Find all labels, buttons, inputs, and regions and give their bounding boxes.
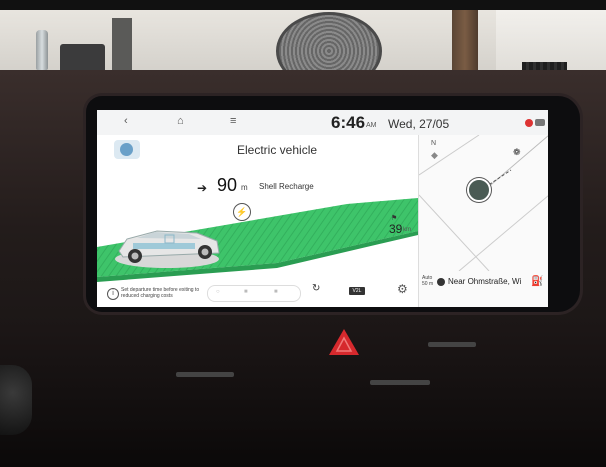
charging-bolt-icon[interactable]: ↻: [312, 283, 320, 294]
pill-segment: ○: [216, 289, 220, 295]
air-vent-right: [428, 342, 476, 347]
speed-value: 39: [389, 222, 403, 236]
compass-icon[interactable]: ◆: [431, 150, 438, 161]
home-icon[interactable]: ⌂: [177, 115, 184, 127]
photo-scene: ‹ ⌂ ≡ 6:46 AM Wed, 27/05 Electric vehicl…: [0, 0, 606, 467]
ev-bottom-bar: i Set departure time before exiting to r…: [97, 277, 418, 307]
menu-icon[interactable]: ≡: [230, 115, 236, 127]
air-vent-lower: [370, 380, 430, 385]
air-vent-left: [176, 372, 234, 377]
hazard-button[interactable]: [327, 327, 361, 357]
speed-icon: ⚑: [391, 215, 398, 222]
speed-unit: km: [403, 227, 411, 233]
top-strip: [0, 0, 606, 10]
v2l-button[interactable]: V2L: [349, 287, 365, 295]
charger-icon: ❁: [513, 147, 521, 157]
pill-segment: ■: [274, 289, 278, 295]
charge-schedule-toggle[interactable]: ○ ■ ■: [207, 285, 301, 302]
map-panel[interactable]: N ◆ ❁ Auto 50 m Near Ohmstraße, Wi ⛽: [418, 135, 548, 307]
status-badge-icon: [535, 119, 545, 126]
map-roads: [419, 135, 548, 271]
north-label: N: [431, 140, 437, 147]
ev-panel: Electric vehicle ➔ 90 m Shell Recharge ⚡…: [97, 135, 418, 307]
pill-segment: ■: [244, 289, 248, 295]
vehicle-view-button[interactable]: [114, 140, 140, 159]
recording-indicator-icon: [525, 119, 533, 127]
charging-station-pin-icon[interactable]: ⚡: [233, 203, 251, 221]
dark-panel: [112, 18, 132, 76]
car-icon: [115, 230, 220, 268]
location-dot-icon: [437, 278, 445, 286]
clock-time: 6:46: [331, 113, 366, 132]
back-arrow-icon[interactable]: ‹: [124, 115, 128, 127]
car-button-icon: [120, 143, 133, 156]
info-icon[interactable]: i: [107, 288, 119, 300]
infotainment-screen: ‹ ⌂ ≡ 6:46 AM Wed, 27/05 Electric vehicl…: [97, 110, 548, 307]
turn-distance-unit: m: [241, 183, 248, 192]
lower-dashboard: [0, 320, 606, 467]
current-location: Near Ohmstraße, Wi: [448, 277, 522, 286]
gear-knob: [0, 365, 32, 435]
info-text: Set departure time before exiting to red…: [121, 287, 200, 299]
clock-ampm: AM: [366, 122, 377, 129]
water-bottle: [36, 30, 48, 70]
page-title: Electric vehicle: [237, 143, 318, 157]
clock-date: Wed, 27/05: [388, 117, 450, 131]
turn-distance: 90: [217, 175, 238, 195]
poi-name: Shell Recharge: [259, 182, 314, 191]
ev-charge-icon[interactable]: ⛽: [531, 276, 543, 287]
vehicle-position-icon: [467, 178, 491, 202]
status-bar: ‹ ⌂ ≡ 6:46 AM Wed, 27/05: [97, 110, 548, 135]
gear-icon[interactable]: ⚙: [397, 282, 408, 296]
right-arrow-icon: ➔: [197, 181, 208, 195]
map-bottom-bar: Auto 50 m Near Ohmstraße, Wi ⛽: [419, 271, 548, 307]
zoom-auto-label[interactable]: Auto 50 m: [422, 275, 433, 287]
